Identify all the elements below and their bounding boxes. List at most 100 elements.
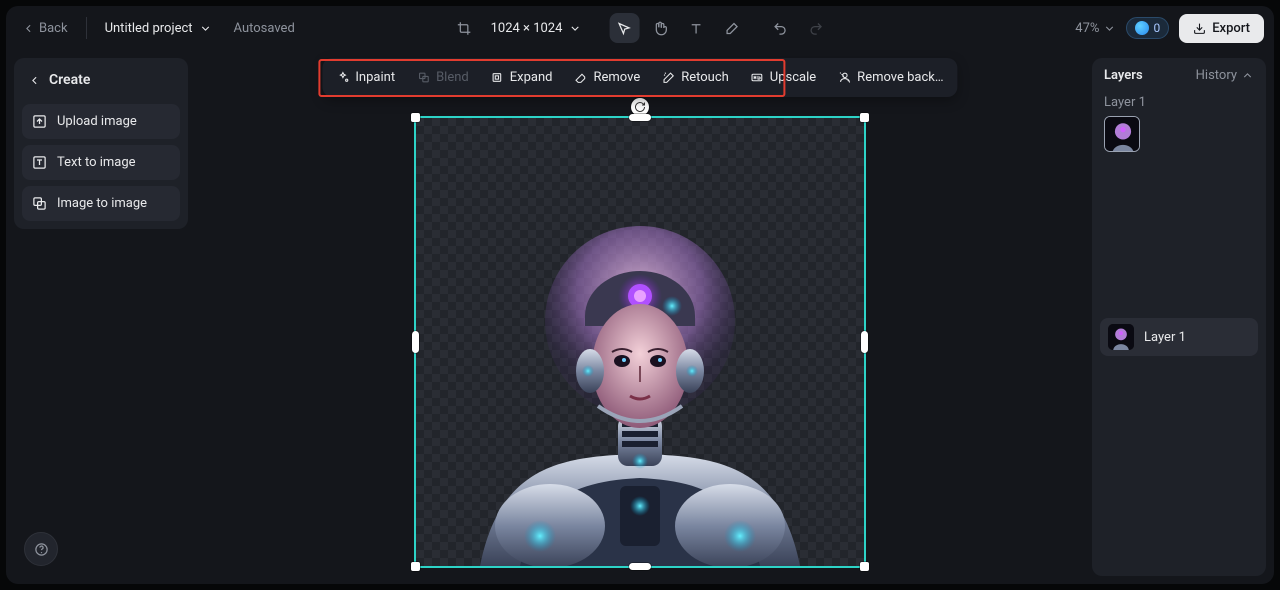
upload-icon (32, 114, 47, 129)
retouch-label: Retouch (681, 70, 729, 85)
canvas-dimensions[interactable]: 1024 × 1024 (485, 17, 588, 40)
chevron-down-icon (199, 22, 212, 35)
expand-icon (491, 71, 504, 84)
resize-handle-tl[interactable] (411, 113, 420, 122)
main-area: Create Upload image Text to image Image … (6, 50, 1274, 584)
select-tool[interactable] (609, 13, 639, 43)
chevron-left-icon (28, 74, 41, 87)
create-heading: Create (22, 66, 180, 98)
current-layer-title: Layer 1 (1100, 93, 1258, 116)
text-to-image-label: Text to image (57, 155, 136, 170)
resize-handle-br[interactable] (860, 562, 869, 571)
hand-tool[interactable] (645, 13, 675, 43)
dimensions-label: 1024 × 1024 (491, 21, 563, 36)
tab-history[interactable]: History (1196, 68, 1254, 83)
help-button[interactable] (24, 532, 58, 566)
undo-button[interactable] (765, 13, 795, 43)
blend-label: Blend (436, 70, 469, 85)
project-name-label: Untitled project (105, 21, 193, 36)
chevron-left-icon (22, 22, 35, 35)
resize-handle-tr[interactable] (860, 113, 869, 122)
retouch-button[interactable]: Retouch (652, 62, 739, 93)
top-right-controls: 47% 0 Export (1075, 14, 1264, 43)
text-tool[interactable] (681, 13, 711, 43)
layers-card: Layers History Layer 1 (1092, 58, 1266, 576)
tab-layers-label: Layers (1104, 68, 1143, 83)
help-icon (34, 542, 49, 557)
text-to-image-button[interactable]: Text to image (22, 145, 180, 180)
redo-icon (809, 21, 824, 36)
tab-layers[interactable]: Layers (1104, 68, 1143, 83)
hand-icon (653, 21, 668, 36)
create-card: Create Upload image Text to image Image … (14, 58, 188, 229)
eraser-icon (574, 71, 587, 84)
image-to-image-label: Image to image (57, 196, 147, 211)
blend-button: Blend (407, 62, 479, 93)
remove-bg-label: Remove back… (857, 70, 943, 85)
resize-handle-bl[interactable] (411, 562, 420, 571)
inpaint-button[interactable]: Inpaint (326, 62, 405, 93)
inpaint-label: Inpaint (355, 70, 395, 85)
resize-handle-top[interactable] (629, 114, 651, 121)
chevron-down-icon (1103, 22, 1116, 35)
chevron-down-icon (568, 22, 581, 35)
credits-pill[interactable]: 0 (1126, 17, 1169, 39)
thumbnail-art (1105, 117, 1140, 152)
undo-icon (773, 21, 788, 36)
cursor-icon (617, 21, 632, 36)
text-to-image-icon (32, 155, 47, 170)
credits-icon (1135, 21, 1149, 35)
expand-button[interactable]: Expand (481, 62, 563, 93)
layer-item-thumb (1108, 324, 1134, 350)
upload-image-button[interactable]: Upload image (22, 104, 180, 139)
remove-button[interactable]: Remove (564, 62, 650, 93)
project-name-dropdown[interactable]: Untitled project (99, 17, 218, 40)
android-portrait (440, 166, 840, 566)
right-panel: Layers History Layer 1 (1084, 50, 1274, 584)
remove-label: Remove (593, 70, 640, 85)
action-bar: Inpaint Blend Expand Remove Retouch (322, 58, 957, 97)
layer-thumbnail[interactable] (1104, 116, 1140, 152)
hd-icon (751, 71, 764, 84)
brush-tool[interactable] (717, 13, 747, 43)
layer-list: Layer 1 (1100, 318, 1258, 356)
resize-handle-bottom[interactable] (629, 563, 651, 570)
crop-icon (456, 21, 471, 36)
crop-size-button[interactable] (449, 13, 479, 43)
canvas-area[interactable]: Inpaint Blend Expand Remove Retouch (196, 50, 1084, 584)
layers-tabs: Layers History (1100, 68, 1258, 83)
rotate-icon (634, 101, 646, 113)
upscale-label: Upscale (770, 70, 816, 85)
zoom-label: 47% (1075, 21, 1099, 36)
download-icon (1193, 22, 1206, 35)
top-bar: Back Untitled project Autosaved 1024 × 1… (6, 6, 1274, 50)
inpaint-icon (336, 71, 349, 84)
canvas-image[interactable] (416, 118, 864, 566)
resize-handle-left[interactable] (412, 331, 419, 353)
upscale-button[interactable]: Upscale (741, 62, 826, 93)
expand-label: Expand (510, 70, 553, 85)
canvas[interactable] (414, 116, 866, 568)
resize-handle-right[interactable] (861, 331, 868, 353)
back-button[interactable]: Back (16, 17, 74, 40)
autosaved-status: Autosaved (234, 21, 295, 36)
redo-button[interactable] (801, 13, 831, 43)
back-label: Back (39, 21, 68, 36)
remove-background-button[interactable]: Remove back… (828, 62, 953, 93)
layer-item-label: Layer 1 (1144, 330, 1186, 345)
top-center-tools: 1024 × 1024 (449, 13, 832, 43)
zoom-dropdown[interactable]: 47% (1075, 21, 1116, 36)
brush-icon (725, 21, 740, 36)
image-to-image-icon (32, 196, 47, 211)
chevron-up-icon (1241, 69, 1254, 82)
upload-image-label: Upload image (57, 114, 137, 129)
credits-value: 0 (1153, 21, 1160, 35)
blend-icon (417, 71, 430, 84)
text-icon (689, 21, 704, 36)
left-panel: Create Upload image Text to image Image … (6, 50, 196, 584)
layer-item[interactable]: Layer 1 (1100, 318, 1258, 356)
export-button[interactable]: Export (1179, 14, 1264, 43)
remove-bg-icon (838, 71, 851, 84)
image-to-image-button[interactable]: Image to image (22, 186, 180, 221)
separator (86, 17, 87, 39)
